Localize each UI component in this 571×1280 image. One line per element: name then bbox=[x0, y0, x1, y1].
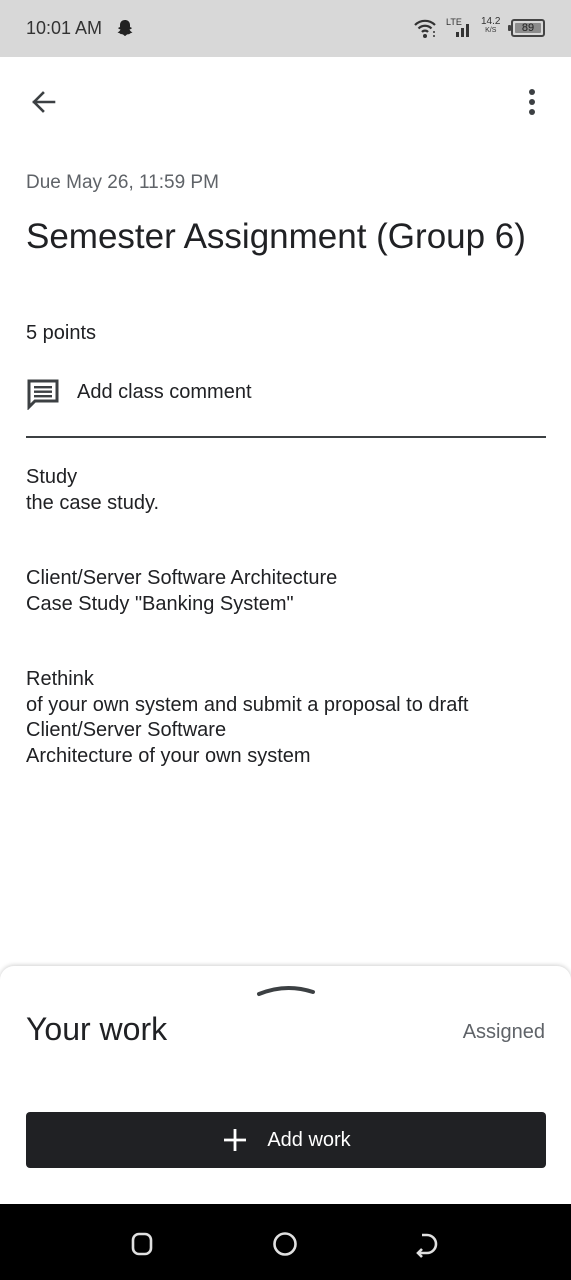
home-icon[interactable] bbox=[271, 1230, 299, 1258]
description-paragraph: Study the case study. bbox=[26, 466, 160, 514]
description-paragraph: Client/Server Software Architecture Case… bbox=[26, 567, 338, 615]
comment-icon bbox=[27, 379, 59, 410]
back-nav-icon[interactable] bbox=[413, 1230, 441, 1258]
add-class-comment-button[interactable]: Add class comment bbox=[26, 376, 546, 410]
your-work-heading: Your work bbox=[26, 1011, 168, 1047]
sheet-drag-handle[interactable] bbox=[256, 982, 316, 998]
status-bar: 10:01 AM LTE 14.2 K/S 89 bbox=[0, 0, 571, 57]
add-class-comment-label: Add class comment bbox=[77, 381, 252, 403]
recent-apps-icon[interactable] bbox=[128, 1230, 156, 1258]
back-button[interactable] bbox=[26, 84, 62, 120]
network-speed-unit: K/S bbox=[485, 27, 497, 34]
system-navigation-bar bbox=[0, 1204, 571, 1280]
add-work-label: Add work bbox=[267, 1128, 351, 1151]
work-status: Assigned bbox=[462, 1021, 545, 1043]
more-options-button[interactable] bbox=[520, 84, 544, 120]
network-speed-value: 14.2 bbox=[481, 16, 501, 27]
network-speed: 14.2 K/S bbox=[481, 17, 500, 35]
battery-icon: 89 bbox=[508, 19, 545, 37]
due-date: Due May 26, 11:59 PM bbox=[26, 172, 219, 193]
plus-icon bbox=[224, 1129, 247, 1151]
signal-strength-icon bbox=[456, 24, 469, 37]
arrow-back-icon bbox=[32, 91, 56, 113]
description-paragraph: Rethink of your own system and submit a … bbox=[26, 668, 469, 767]
divider bbox=[26, 436, 546, 438]
battery-level: 89 bbox=[515, 23, 541, 34]
points: 5 points bbox=[26, 322, 97, 344]
more-vert-icon bbox=[529, 89, 535, 115]
add-work-button[interactable]: Add work bbox=[26, 1112, 546, 1168]
snapchat-notification-icon bbox=[117, 20, 133, 36]
assignment-description: Study the case study. Client/Server Soft… bbox=[26, 465, 546, 819]
status-time: 10:01 AM bbox=[26, 18, 103, 38]
your-work-sheet: Your work Assigned Add work bbox=[0, 966, 571, 1204]
assignment-title: Semester Assignment (Group 6) bbox=[26, 217, 526, 256]
wifi-icon bbox=[414, 19, 436, 38]
